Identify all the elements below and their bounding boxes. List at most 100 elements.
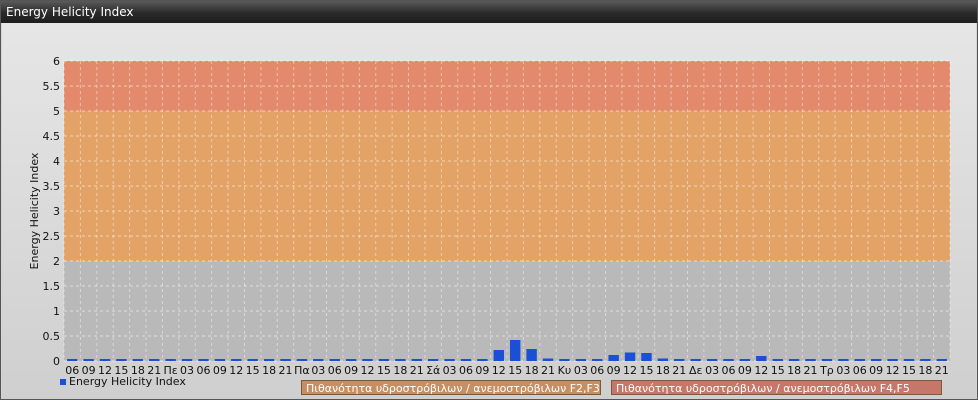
bar: [231, 359, 242, 361]
bar: [99, 359, 111, 361]
y-tick-label: 1: [53, 305, 60, 318]
bar: [83, 359, 94, 361]
x-tick-label: 15: [377, 364, 391, 377]
bar: [395, 359, 406, 361]
x-tick-label: Κυ: [558, 364, 572, 377]
bar: [936, 359, 947, 361]
bar: [378, 359, 390, 361]
bar: [592, 359, 603, 361]
x-tick-label: 12: [754, 364, 768, 377]
bar: [723, 359, 734, 361]
y-tick-label: 5: [53, 105, 60, 118]
y-tick-label: 2.5: [43, 230, 61, 243]
chart-window: Energy Helicity Index 0 0.5 1 1.5 2 2.5 3 3.5 4 4…: [0, 0, 978, 400]
bar: [165, 359, 176, 361]
x-tick-label: 18: [656, 364, 670, 377]
bar: [477, 359, 488, 361]
legend-band-f4-f5[interactable]: Πιθανότητα υδροστρόβιλων / ανεμοστρόβιλω…: [611, 380, 942, 395]
bar: [460, 359, 472, 361]
bar: [887, 359, 898, 361]
x-tick-label: 06: [459, 364, 473, 377]
bar: [706, 359, 718, 361]
bar: [181, 359, 193, 361]
y-tick-label: 6: [53, 55, 60, 68]
legend-marker-icon: [60, 379, 66, 385]
x-tick-label: 15: [639, 364, 653, 377]
bar: [772, 359, 783, 361]
y-tick-label: 1.5: [43, 280, 61, 293]
bar: [345, 359, 357, 361]
x-tick-label: Δε: [689, 364, 703, 377]
bar: [690, 359, 701, 361]
bar: [838, 359, 849, 361]
x-tick-label: 06: [196, 364, 210, 377]
bar: [739, 359, 751, 361]
bar: [132, 359, 144, 361]
x-tick-label: 21: [279, 364, 293, 377]
legend-band-f4-f5-label: Πιθανότητα υδροστρόβιλων / ανεμοστρόβιλω…: [616, 382, 910, 395]
bar: [821, 359, 833, 361]
bar: [149, 359, 160, 361]
bar: [805, 359, 816, 361]
x-tick-label: Τρ: [819, 364, 834, 377]
bar: [657, 358, 669, 361]
x-tick-label: 09: [213, 364, 227, 377]
bar: [280, 359, 291, 361]
bar: [542, 358, 554, 361]
x-tick-label: 06: [853, 364, 867, 377]
x-tick-label: 21: [935, 364, 949, 377]
bar: [854, 359, 865, 361]
x-tick-label: 12: [623, 364, 637, 377]
x-tick-label: 21: [672, 364, 686, 377]
y-tick-label: 4: [53, 155, 60, 168]
x-tick-label: 18: [787, 364, 801, 377]
bar: [903, 359, 915, 361]
bar: [214, 359, 226, 361]
x-tick-label: 21: [541, 364, 555, 377]
bar: [313, 359, 324, 361]
x-tick-label: 18: [262, 364, 276, 377]
bar: [296, 359, 308, 361]
chart-panel: 0 0.5 1 1.5 2 2.5 3 3.5 4 4.5 5 5.5 6 06 09 12 15 18 21 Πε…: [2, 23, 976, 399]
x-tick-label: 06: [328, 364, 342, 377]
y-tick-label: 0.5: [43, 330, 61, 343]
x-tick-label: 09: [344, 364, 358, 377]
y-tick-label: 3.5: [43, 180, 61, 193]
x-tick-label: 15: [771, 364, 785, 377]
x-axis-ticks: 06 09 12 15 18 21 Πε 03 06 09 12 15 18 21 Πα 03 06 09 12 15…: [65, 364, 949, 377]
bar: [263, 359, 275, 361]
y-tick-label: 4.5: [43, 130, 61, 143]
bar: [608, 355, 619, 361]
bar: [526, 349, 537, 361]
x-tick-label: 12: [361, 364, 375, 377]
x-tick-label: 03: [705, 364, 719, 377]
y-tick-label: 5.5: [43, 80, 61, 93]
x-tick-label: 18: [393, 364, 407, 377]
x-tick-label: 21: [410, 364, 424, 377]
legend-band-f2-f3-label: Πιθανότητα υδροστρόβιλων / ανεμοστρόβιλω…: [306, 382, 600, 395]
x-tick-label: Πα: [294, 364, 310, 377]
energy-helicity-chart: 0 0.5 1 1.5 2 2.5 3 3.5 4 4.5 5 5.5 6 06 09 12 15 18 21 Πε…: [28, 55, 951, 377]
bar: [67, 359, 78, 361]
legend-series[interactable]: Energy Helicity Index: [60, 375, 186, 388]
bar: [674, 359, 685, 361]
bar: [493, 350, 504, 361]
bar: [116, 359, 127, 361]
legend-band-f2-f3[interactable]: Πιθανότητα υδροστρόβιλων / ανεμοστρόβιλω…: [301, 380, 601, 395]
x-tick-label: 12: [492, 364, 506, 377]
bar: [247, 359, 258, 361]
y-axis-label: Energy Helicity Index: [28, 152, 41, 269]
x-tick-label: 15: [508, 364, 522, 377]
x-tick-label: 06: [590, 364, 604, 377]
bar: [575, 359, 587, 361]
bar: [920, 359, 931, 361]
x-tick-label: 03: [443, 364, 457, 377]
bar: [329, 359, 340, 361]
x-tick-label: 12: [229, 364, 243, 377]
bar: [427, 359, 439, 361]
bar: [788, 359, 800, 361]
x-tick-label: 06: [722, 364, 736, 377]
x-tick-label: 21: [804, 364, 818, 377]
bar: [510, 340, 521, 361]
bar: [641, 353, 652, 361]
